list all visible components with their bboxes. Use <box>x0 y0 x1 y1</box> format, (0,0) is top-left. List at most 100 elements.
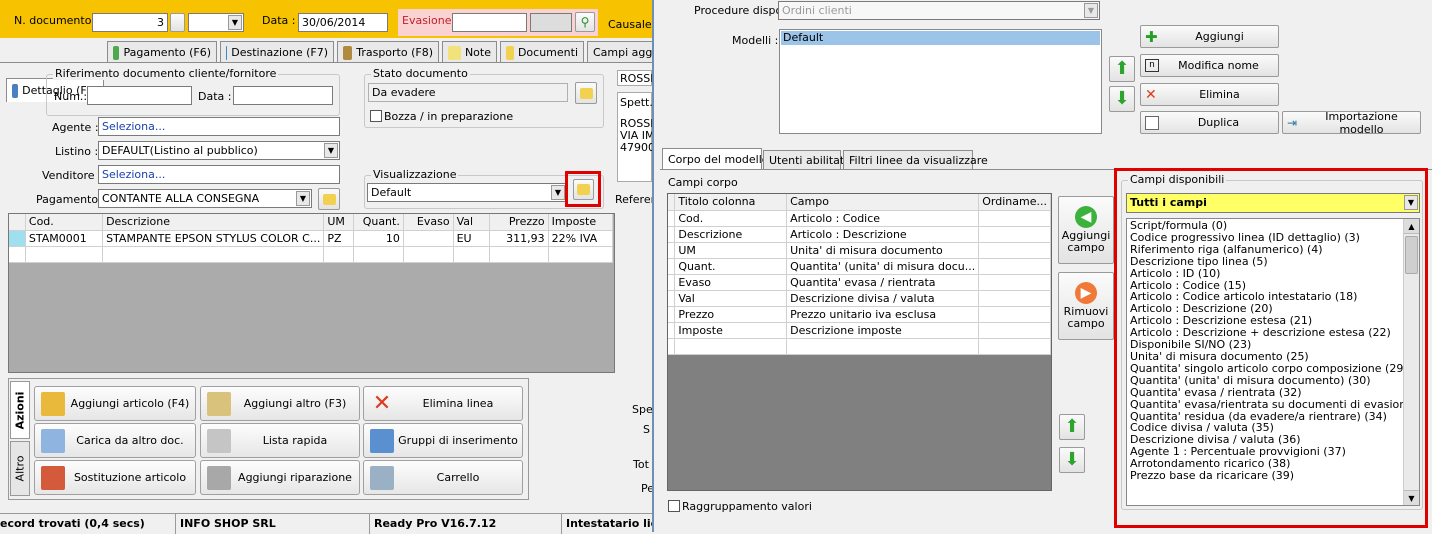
table-row[interactable]: Prezzo Prezzo unitario iva esclusa <box>668 306 1051 323</box>
list-item[interactable]: Riferimento riga (alfanumerico) (4) <box>1130 243 1402 256</box>
table-cell[interactable]: Quantita' (unita' di misura docu... <box>786 258 980 275</box>
campi-list-scrollbar[interactable]: ▲ ▼ <box>1403 219 1419 505</box>
list-item[interactable]: Quantita' (unita' di misura documento) (… <box>1130 374 1402 387</box>
stato-folder-button[interactable] <box>575 82 597 104</box>
field-move-up-button[interactable]: ⬆ <box>1059 414 1085 440</box>
pagamento-folder-button[interactable] <box>318 188 340 210</box>
table-cell[interactable]: Val <box>674 290 788 307</box>
evasione-search-button[interactable]: ⚲ <box>575 12 595 32</box>
table-cell[interactable]: Prezzo <box>674 306 788 323</box>
sostituzione-articolo-button[interactable]: Sostituzione articolo <box>34 460 196 495</box>
column-header[interactable]: Descrizione <box>102 214 325 231</box>
visualizzazione-folder-button[interactable] <box>573 179 594 200</box>
list-item[interactable]: Quantita' evasa / rientrata (32) <box>1130 386 1402 399</box>
modelli-list[interactable]: Default <box>779 29 1102 134</box>
duplica-button[interactable]: Duplica <box>1140 111 1279 134</box>
aggiungi-riparazione-button[interactable]: Aggiungi riparazione <box>200 460 360 495</box>
rimuovi-campo-button[interactable]: ▶ Rimuovi campo <box>1058 272 1114 340</box>
side-tab-azioni[interactable]: Azioni <box>10 381 30 439</box>
table-row-empty[interactable] <box>9 246 614 263</box>
raggruppamento-checkbox[interactable] <box>668 500 680 512</box>
lista-rapida-button[interactable]: Lista rapida <box>200 423 360 458</box>
column-header[interactable]: Ordiname... <box>978 194 1051 211</box>
tab-pagamento[interactable]: Pagamento (F6) <box>107 41 217 63</box>
evasione-extra-input[interactable] <box>530 13 572 32</box>
tab-campi-aggiuntivi[interactable]: Campi aggiu <box>587 41 662 63</box>
tab-utenti-abilitati[interactable]: Utenti abilitati <box>763 150 847 170</box>
table-cell[interactable]: Imposte <box>674 322 788 339</box>
doc-number-input[interactable]: 3 <box>92 13 168 32</box>
table-row[interactable]: Imposte Descrizione imposte <box>668 322 1051 339</box>
aggiungi-model-button[interactable]: ✚ Aggiungi <box>1140 25 1279 48</box>
list-item[interactable]: Descrizione tipo linea (5) <box>1130 255 1402 268</box>
aggiungi-articolo-button[interactable]: Aggiungi articolo (F4) <box>34 386 196 421</box>
scroll-thumb[interactable] <box>1405 236 1418 274</box>
table-cell[interactable]: Quantita' evasa / rientrata <box>786 274 980 291</box>
table-cell[interactable]: 311,93 <box>489 230 549 247</box>
modifica-nome-button[interactable]: n Modifica nome <box>1140 54 1279 77</box>
tab-note[interactable]: Note <box>442 41 497 63</box>
table-cell[interactable]: Prezzo unitario iva esclusa <box>786 306 980 323</box>
table-row-empty[interactable] <box>668 338 1051 355</box>
table-cell[interactable]: Evaso <box>674 274 788 291</box>
tab-corpo-modello[interactable]: Corpo del modello <box>662 148 768 170</box>
visualizzazione-select[interactable]: Default ▼ <box>367 183 567 202</box>
column-header[interactable]: Cod. <box>25 214 104 231</box>
campi-list[interactable]: Script/formula (0) Codice progressivo li… <box>1126 218 1420 506</box>
tab-trasporto[interactable]: Trasporto (F8) <box>337 41 439 63</box>
table-cell[interactable]: Cod. <box>674 210 788 227</box>
column-header[interactable]: Prezzo <box>489 214 549 231</box>
column-header[interactable]: Val <box>453 214 490 231</box>
venditore-select[interactable]: Seleziona... <box>98 165 340 184</box>
agente-select[interactable]: Seleziona... <box>98 117 340 136</box>
doc-number-spin-button[interactable] <box>170 13 185 32</box>
table-cell[interactable]: Articolo : Descrizione <box>786 226 980 243</box>
table-cell[interactable]: Articolo : Codice <box>786 210 980 227</box>
table-cell[interactable]: Unita' di misura documento <box>786 242 980 259</box>
table-cell[interactable]: Descrizione <box>674 226 788 243</box>
column-header[interactable]: Campo <box>786 194 980 211</box>
move-up-button[interactable]: ⬆ <box>1109 56 1135 82</box>
pagamento-select[interactable]: CONTANTE ALLA CONSEGNA ▼ <box>98 189 312 208</box>
list-item[interactable]: Articolo : ID (10) <box>1130 267 1402 280</box>
table-row[interactable]: Val Descrizione divisa / valuta <box>668 290 1051 307</box>
list-item[interactable]: Prezzo base da ricaricare (39) <box>1130 470 1402 482</box>
table-cell[interactable]: 22% IVA <box>548 230 614 247</box>
bozza-checkbox[interactable] <box>370 110 382 122</box>
table-cell[interactable]: Quant. <box>674 258 788 275</box>
importazione-modello-button[interactable]: ⇥ Importazione modello <box>1282 110 1421 136</box>
date-input[interactable]: 30/06/2014 <box>298 13 388 32</box>
table-row[interactable]: STAM0001 STAMPANTE EPSON STYLUS COLOR C.… <box>9 230 614 247</box>
list-item[interactable]: Quantita' singolo articolo corpo composi… <box>1130 362 1405 375</box>
doc-series-select[interactable]: ▼ <box>188 13 244 32</box>
table-cell[interactable]: PZ <box>323 230 355 247</box>
table-cell[interactable]: Descrizione divisa / valuta <box>786 290 980 307</box>
procedure-select[interactable]: Ordini clienti ▼ <box>778 1 1100 20</box>
evasione-date-input[interactable] <box>452 13 527 32</box>
table-row[interactable]: Quant. Quantita' (unita' di misura docu..… <box>668 258 1051 275</box>
modelli-item-selected[interactable]: Default <box>781 31 1100 45</box>
column-header[interactable]: UM <box>323 214 355 231</box>
side-tab-altro[interactable]: Altro <box>10 441 30 496</box>
column-header[interactable]: Evaso <box>403 214 454 231</box>
table-row[interactable]: Cod. Articolo : Codice <box>668 210 1051 227</box>
aggiungi-campo-button[interactable]: ◀ Aggiungi campo <box>1058 196 1114 264</box>
table-row[interactable]: UM Unita' di misura documento <box>668 242 1051 259</box>
listino-select[interactable]: DEFAULT(Listino al pubblico) ▼ <box>98 141 340 160</box>
field-move-down-button[interactable]: ⬇ <box>1059 447 1085 473</box>
column-header[interactable]: Imposte <box>548 214 614 231</box>
scroll-up-arrow-icon[interactable]: ▲ <box>1404 219 1419 234</box>
scroll-down-arrow-icon[interactable]: ▼ <box>1404 490 1419 505</box>
tab-documenti[interactable]: Documenti <box>500 41 584 63</box>
table-cell[interactable]: Descrizione imposte <box>786 322 980 339</box>
table-cell[interactable]: EU <box>453 230 490 247</box>
elimina-linea-button[interactable]: ✕ Elimina linea <box>363 386 523 421</box>
table-row[interactable]: Descrizione Articolo : Descrizione <box>668 226 1051 243</box>
campi-filter-select[interactable]: Tutti i campi ▼ <box>1126 193 1420 213</box>
table-cell[interactable]: STAMPANTE EPSON STYLUS COLOR C... <box>102 230 325 247</box>
column-header[interactable]: Quant. <box>353 214 404 231</box>
move-down-button[interactable]: ⬇ <box>1109 86 1135 112</box>
tab-destinazione[interactable]: Destinazione (F7) <box>220 41 334 63</box>
table-cell[interactable] <box>403 230 454 247</box>
carica-da-altro-doc-button[interactable]: Carica da altro doc. <box>34 423 196 458</box>
